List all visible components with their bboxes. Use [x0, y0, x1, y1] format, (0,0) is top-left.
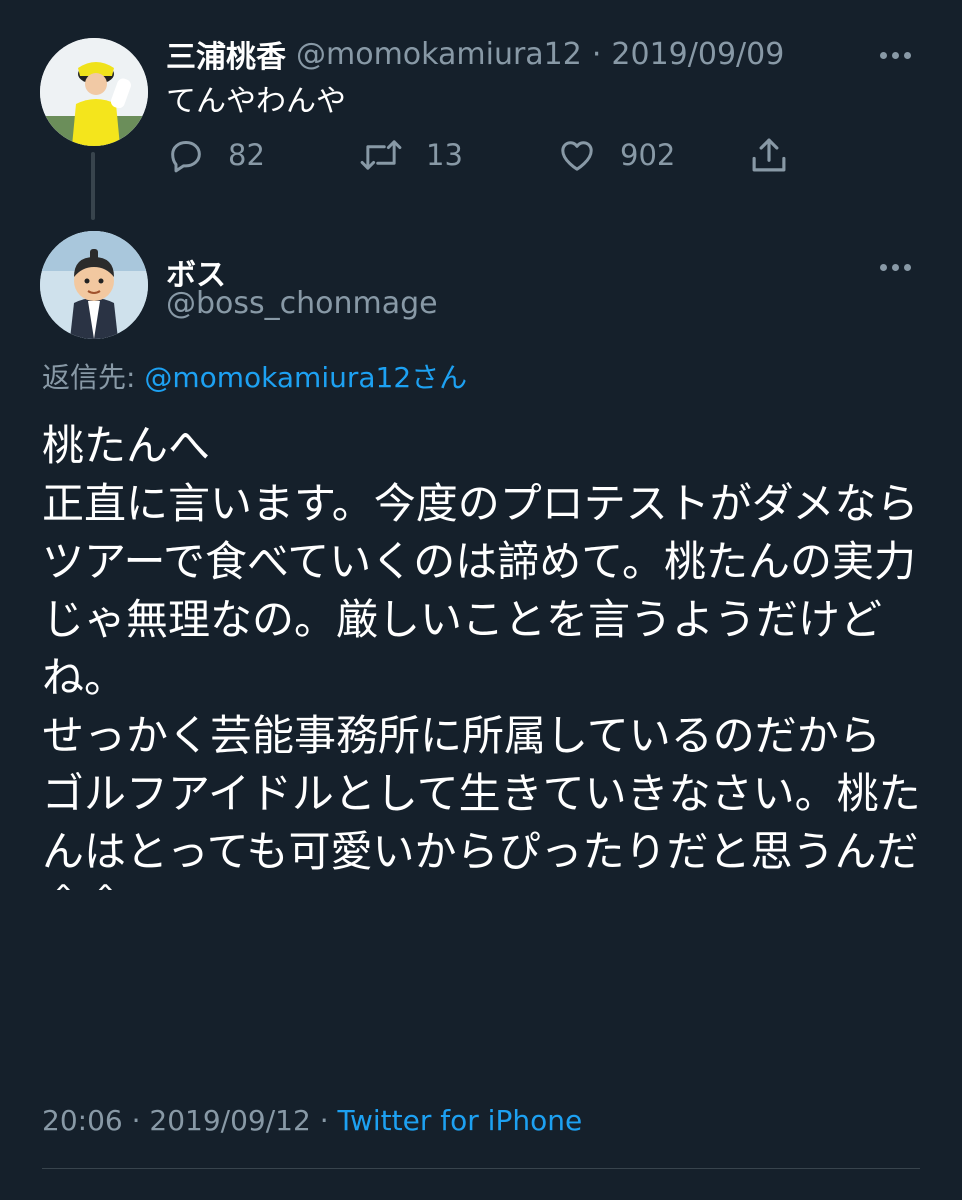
- tweet2-meta: 20:06 · 2019/09/12 · Twitter for iPhone: [42, 1104, 582, 1137]
- tweet1-actions: 82 13 902: [166, 132, 806, 178]
- tweet1-header: 三浦桃香 @momokamiura12 · 2019/09/09: [166, 32, 784, 76]
- reply-to-handle[interactable]: @momokamiura12: [144, 361, 411, 394]
- thread-connector: [91, 152, 95, 220]
- like-button[interactable]: 902: [556, 132, 675, 178]
- tweet1-separator: ·: [591, 36, 602, 72]
- tweet2-more-icon[interactable]: [880, 264, 911, 271]
- tweet1-text: てんやわんや: [166, 84, 346, 119]
- reply-icon: [171, 141, 201, 173]
- reply-button[interactable]: 82: [166, 132, 265, 178]
- share-icon: [752, 138, 786, 172]
- tweet2-time: 20:06: [42, 1104, 123, 1137]
- avatar-boss-chonmage[interactable]: [40, 231, 148, 339]
- share-button[interactable]: [748, 132, 790, 178]
- reply-to-label: 返信先:: [42, 361, 136, 394]
- tweet1-date[interactable]: 2019/09/09: [611, 37, 784, 72]
- tweet2-separator: ·: [131, 1104, 141, 1137]
- tweet2-separator-2: ·: [319, 1104, 329, 1137]
- divider: [42, 1168, 920, 1169]
- retweet-count: 13: [426, 138, 463, 172]
- avatar-momokamiura12[interactable]: [40, 38, 148, 146]
- tweet2-body: 桃たんへ 正直に言います。今度のプロテストがダメならツアーで食べていくのは諦めて…: [42, 421, 921, 934]
- tweet1-display-name[interactable]: 三浦桃香: [166, 32, 286, 76]
- tweet2-date: 2019/09/12: [149, 1104, 311, 1137]
- tweet1-more-icon[interactable]: [880, 52, 911, 59]
- retweet-button[interactable]: 13: [358, 132, 463, 178]
- tweet1-handle[interactable]: @momokamiura12: [296, 37, 582, 72]
- reply-count: 82: [228, 138, 265, 172]
- tweet2-source[interactable]: Twitter for iPhone: [338, 1104, 583, 1137]
- tweet2-handle[interactable]: @boss_chonmage: [166, 286, 438, 321]
- like-icon: [561, 141, 593, 171]
- retweet-icon: [360, 140, 402, 170]
- reply-to-line: 返信先: @momokamiura12さん: [42, 356, 467, 396]
- reply-to-suffix[interactable]: さん: [411, 361, 467, 394]
- like-count: 902: [620, 138, 676, 172]
